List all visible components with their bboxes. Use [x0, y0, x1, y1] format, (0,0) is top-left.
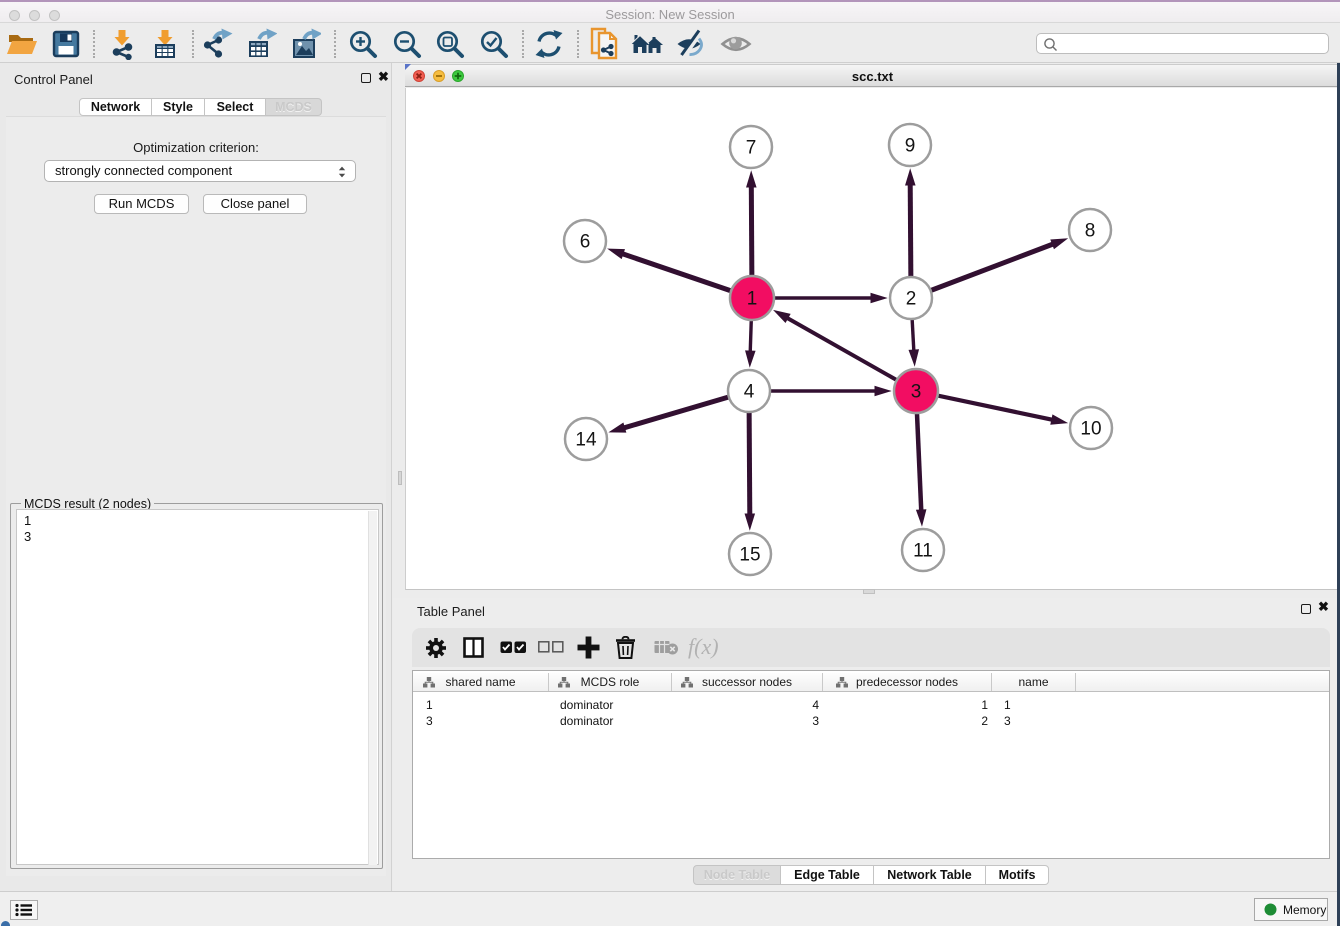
- svg-text:10: 10: [1080, 419, 1101, 440]
- svg-text:4: 4: [744, 382, 755, 403]
- svg-text:2: 2: [906, 289, 917, 310]
- svg-text:8: 8: [1085, 221, 1096, 242]
- svg-text:14: 14: [575, 430, 597, 451]
- svg-text:11: 11: [913, 541, 933, 562]
- svg-text:9: 9: [905, 136, 916, 157]
- svg-text:1: 1: [747, 289, 758, 310]
- svg-text:3: 3: [911, 382, 922, 403]
- svg-text:15: 15: [739, 545, 760, 566]
- svg-text:7: 7: [746, 138, 757, 159]
- svg-text:6: 6: [580, 232, 591, 253]
